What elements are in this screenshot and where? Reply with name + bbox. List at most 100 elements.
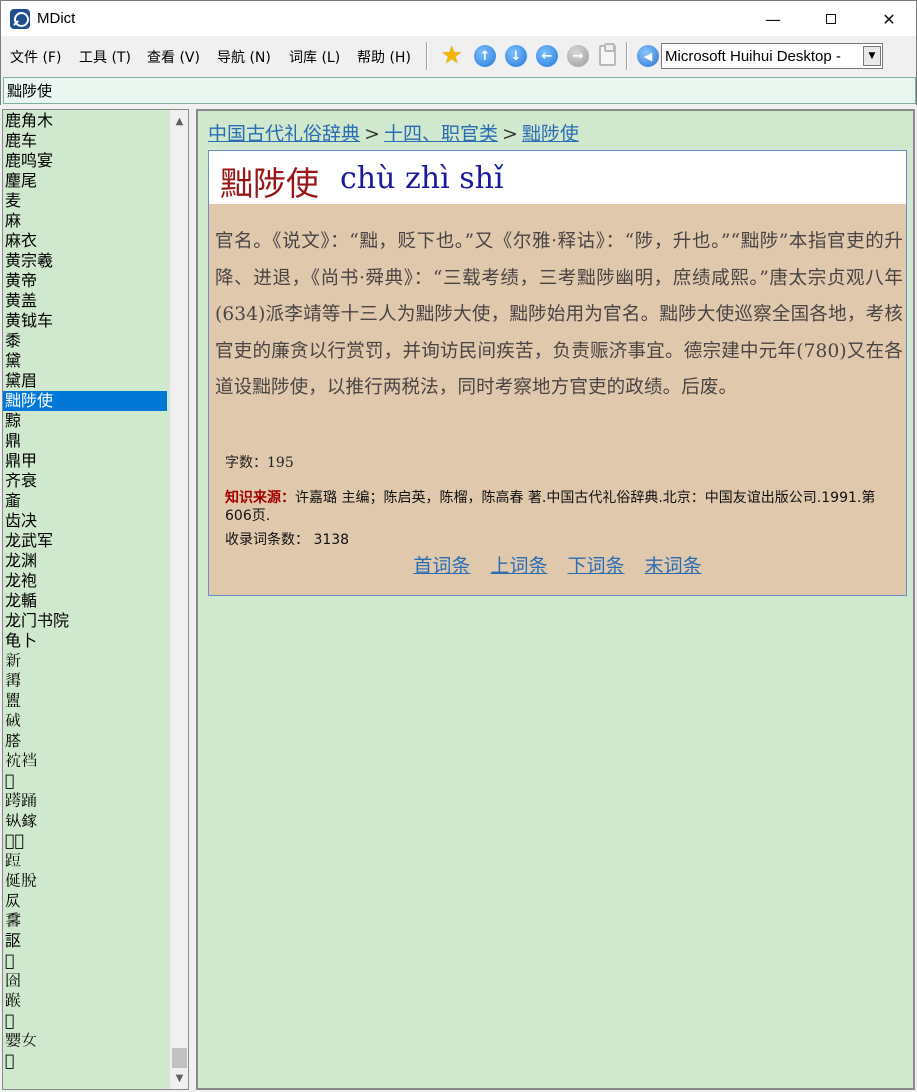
word-list-item[interactable]: 黍 xyxy=(3,331,167,351)
word-list-item[interactable]: 龙门书院 xyxy=(3,611,167,631)
word-list-item[interactable]: 鹿角木 xyxy=(3,111,167,131)
next-entry-link[interactable]: 下词条 xyxy=(568,555,625,577)
word-list-item[interactable]: 𡇞 xyxy=(3,971,167,991)
word-list-item[interactable]: 黜陟使 xyxy=(3,391,167,411)
word-list-item[interactable]: 龟卜 xyxy=(3,631,167,651)
window-title: MDict xyxy=(37,10,76,27)
word-list-item[interactable]: 𨃖踊 xyxy=(3,791,167,811)
previous-entry-link[interactable]: 上词条 xyxy=(490,555,547,577)
last-entry-link[interactable]: 末词条 xyxy=(645,555,702,577)
word-list-item[interactable]: 𩨆 xyxy=(3,771,167,791)
entry-count: 收录词条数： 3138 xyxy=(225,529,349,549)
search-bar xyxy=(0,76,917,105)
breadcrumb-separator: > xyxy=(364,123,380,145)
speaker-icon[interactable]: ◀ xyxy=(637,45,659,67)
word-list-item[interactable]: 𣂺 xyxy=(3,651,167,671)
entry-navigation: 首词条 上词条 下词条 末词条 xyxy=(209,551,906,578)
word-list-item[interactable]: 𩋚𩌦 xyxy=(3,831,167,851)
pinyin: chù zhì shǐ xyxy=(340,161,504,196)
word-list-item[interactable]: 鼎甲 xyxy=(3,451,167,471)
minimize-button[interactable]: — xyxy=(750,1,796,37)
word-list-item[interactable]: 龙武军 xyxy=(3,531,167,551)
menu-view[interactable]: 查看 (V) xyxy=(147,47,200,67)
breadcrumb-dictionary[interactable]: 中国古代礼俗辞典 xyxy=(208,123,360,145)
word-list-item[interactable]: 黛眉 xyxy=(3,371,167,391)
word-list-item[interactable]: 𨁋 xyxy=(3,851,167,871)
favorite-star-icon[interactable]: ★ xyxy=(441,41,463,69)
menu-help[interactable]: 帮助 (H) xyxy=(357,47,411,67)
close-icon: ✕ xyxy=(882,9,896,29)
source-text: 许嘉璐 主编；陈启英，陈榴，陈高春 著.中国古代礼俗辞典.北京：中国友谊出版公司… xyxy=(225,490,876,524)
word-list-item[interactable]: 麻 xyxy=(3,211,167,231)
word-list-item[interactable]: 麻衣 xyxy=(3,231,167,251)
word-list-item[interactable]: 𨗳 xyxy=(3,951,167,971)
word-list-item[interactable]: 龙輴 xyxy=(3,591,167,611)
word-list-item[interactable]: 黄宗羲 xyxy=(3,251,167,271)
breadcrumb: 中国古代礼俗辞典 > 十四、职官类 > 黜陟使 xyxy=(208,119,579,146)
word-list-item[interactable]: 黄钺车 xyxy=(3,311,167,331)
word-list-item[interactable]: 龙渊 xyxy=(3,551,167,571)
word-list-item[interactable]: 鹿车 xyxy=(3,131,167,151)
word-list-item[interactable]: 𩡌 xyxy=(3,911,167,931)
headword: 黜陟使 xyxy=(220,164,319,203)
first-entry-link[interactable]: 首词条 xyxy=(413,555,470,577)
menu-tools[interactable]: 工具 (T) xyxy=(79,47,131,67)
scroll-down-icon[interactable]: ▼ xyxy=(170,1069,188,1087)
word-list-item[interactable]: 𩓾 xyxy=(3,671,167,691)
word-list-item[interactable]: 𥑳 xyxy=(3,711,167,731)
voice-select-value: Microsoft Huihui Desktop - xyxy=(665,47,841,65)
search-input[interactable] xyxy=(3,77,916,104)
breadcrumb-entry[interactable]: 黜陟使 xyxy=(522,123,579,145)
entry-count-label: 收录词条数： xyxy=(225,532,309,548)
word-list-item[interactable]: 𪨊 xyxy=(3,891,167,911)
word-list-item[interactable]: 𠈰脱 xyxy=(3,871,167,891)
back-arrow-icon[interactable]: ← xyxy=(536,45,558,67)
source-citation: 知识来源：许嘉璐 主编；陈启英，陈榴，陈高春 著.中国古代礼俗辞典.北京：中国友… xyxy=(225,489,897,525)
menu-file[interactable]: 文件 (F) xyxy=(10,47,61,67)
word-list-item[interactable]: 龙袍 xyxy=(3,571,167,591)
maximize-button[interactable] xyxy=(808,1,854,37)
down-arrow-icon[interactable]: ↓ xyxy=(505,45,527,67)
word-list-item[interactable]: 𧙇裆 xyxy=(3,751,167,771)
forward-arrow-icon[interactable]: → xyxy=(567,45,589,67)
word-list-item[interactable]: 麦 xyxy=(3,191,167,211)
word-list-item[interactable]: 鼎 xyxy=(3,431,167,451)
entry-view: 中国古代礼俗辞典 > 十四、职官类 > 黜陟使 黜陟使 chù zhì shǐ 官名。《… xyxy=(196,109,915,1090)
scrollbar-thumb[interactable] xyxy=(172,1048,187,1068)
breadcrumb-category[interactable]: 十四、职官类 xyxy=(384,123,498,145)
menu-navigate[interactable]: 导航 (N) xyxy=(217,47,271,67)
word-list-item[interactable]: 𥃝 xyxy=(3,691,167,711)
word-list-item[interactable]: 𨂸 xyxy=(3,991,167,1011)
word-list-item[interactable]: 黄帝 xyxy=(3,271,167,291)
char-count: 字数：195 xyxy=(225,455,294,471)
word-list-item[interactable]: 𦞂 xyxy=(3,731,167,751)
maximize-icon xyxy=(826,14,836,24)
scroll-up-icon[interactable]: ▲ xyxy=(170,112,188,130)
word-list-item[interactable]: 齐衰 xyxy=(3,471,167,491)
word-list: 鹿角木 鹿车 鹿鸣宴 麈尾麦麻麻衣 黄宗羲 黄帝 黄盖 黄钺车黍黛黛眉 黜陟使黥鼎鼎甲 齐衰齑齿决… xyxy=(2,109,189,1090)
word-list-item[interactable]: 齿决 xyxy=(3,511,167,531)
word-list-scrollbar[interactable]: ▲ ▼ xyxy=(169,110,188,1089)
word-list-item[interactable]: 黄盖 xyxy=(3,291,167,311)
word-list-item[interactable]: 𧦅 xyxy=(3,931,167,951)
word-list-item[interactable]: 齑 xyxy=(3,491,167,511)
toolbar-separator xyxy=(426,42,428,70)
word-list-item[interactable]: 𩨇 xyxy=(3,1051,167,1071)
toolbar-separator xyxy=(626,42,628,70)
word-list-item[interactable]: 鹿鸣宴 xyxy=(3,151,167,171)
menu-library[interactable]: 词库 (L) xyxy=(289,47,340,67)
title-bar: MDict — ✕ xyxy=(0,0,917,36)
entry-count-value: 3138 xyxy=(313,532,350,548)
clipboard-icon[interactable] xyxy=(599,43,616,66)
word-list-item[interactable]: 𡣠女 xyxy=(3,1031,167,1051)
up-arrow-icon[interactable]: ↑ xyxy=(474,45,496,67)
dropdown-arrow-icon[interactable]: ▼ xyxy=(863,46,881,66)
voice-select[interactable]: Microsoft Huihui Desktop - ▼ xyxy=(661,43,883,69)
close-button[interactable]: ✕ xyxy=(866,1,912,37)
breadcrumb-separator: > xyxy=(501,123,518,145)
word-list-item[interactable]: 麈尾 xyxy=(3,171,167,191)
word-list-item[interactable]: 𫓩鎵 xyxy=(3,811,167,831)
word-list-item[interactable]: 𫗃 xyxy=(3,1011,167,1031)
word-list-item[interactable]: 黛 xyxy=(3,351,167,371)
word-list-item[interactable]: 黥 xyxy=(3,411,167,431)
